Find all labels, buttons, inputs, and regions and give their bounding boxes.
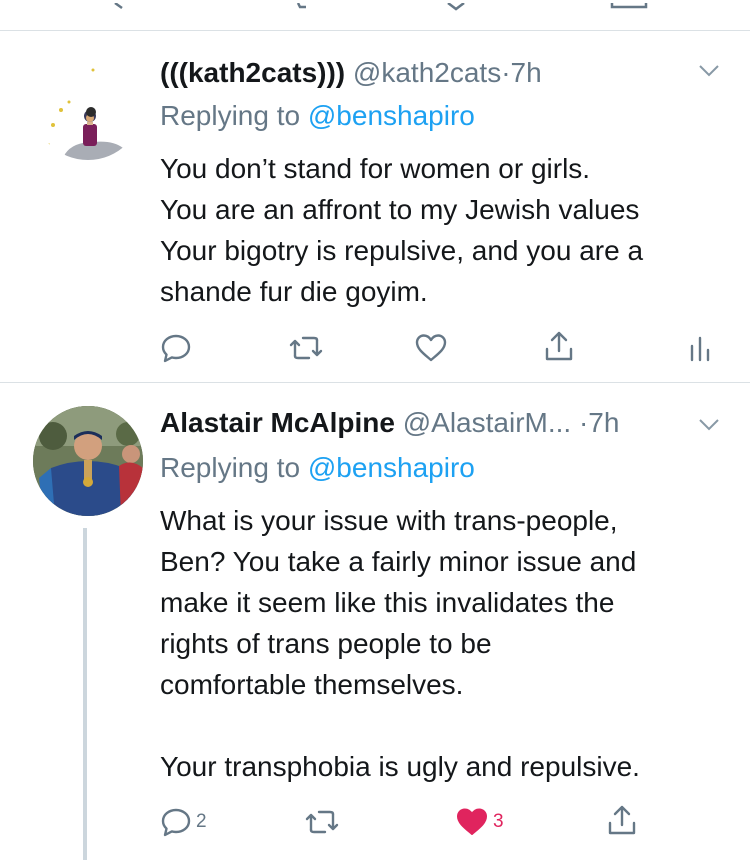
handle[interactable]: @kath2cats <box>353 57 501 88</box>
timestamp[interactable]: 7h <box>511 57 542 88</box>
analytics-button[interactable] <box>688 332 712 364</box>
reply-icon <box>161 808 191 837</box>
reply-button[interactable]: 2 <box>160 806 207 838</box>
prev-tweet-actions-partial <box>0 0 750 11</box>
thread-line <box>83 528 87 860</box>
partial-icons <box>114 1 648 11</box>
replying-to-link[interactable]: @benshapiro <box>308 452 475 483</box>
like-icon <box>415 334 447 362</box>
replying-to-link[interactable]: @benshapiro <box>308 100 475 131</box>
share-button[interactable] <box>605 804 639 836</box>
replying-to: Replying to @benshapiro <box>160 99 475 133</box>
avatar[interactable] <box>33 406 143 516</box>
tweet-header: (((kath2cats))) @kath2cats·7h <box>160 56 542 90</box>
avatar-photo <box>33 406 143 516</box>
handle[interactable]: @AlastairM... <box>403 407 571 438</box>
reply-button[interactable] <box>160 332 192 364</box>
reply-count: 2 <box>196 811 207 832</box>
like-count: 3 <box>493 811 504 832</box>
retweet-button[interactable] <box>287 332 325 364</box>
tweet-text: You don’t stand for women or girls. You … <box>160 153 644 307</box>
timestamp[interactable]: 7h <box>588 407 619 438</box>
share-button[interactable] <box>542 330 576 362</box>
separator: · <box>501 57 511 88</box>
share-icon <box>608 805 636 835</box>
tweet-text: What is your issue with trans-people, Be… <box>160 505 640 782</box>
replying-prefix: Replying to <box>160 100 301 131</box>
analytics-icon <box>690 336 710 362</box>
display-name[interactable]: (((kath2cats))) <box>160 57 345 88</box>
retweet-icon <box>305 810 339 834</box>
avatar-illustration <box>33 50 143 160</box>
separator: · <box>578 407 589 438</box>
share-icon <box>545 331 573 361</box>
replying-to: Replying to @benshapiro <box>160 451 475 485</box>
like-button[interactable]: 3 <box>455 806 504 838</box>
divider <box>0 382 750 383</box>
replying-prefix: Replying to <box>160 452 301 483</box>
chevron-down-icon[interactable] <box>698 64 720 78</box>
divider <box>0 30 750 31</box>
retweet-icon <box>289 336 323 360</box>
like-icon <box>457 808 487 835</box>
like-button[interactable] <box>414 332 448 364</box>
avatar[interactable] <box>33 50 143 160</box>
chevron-down-icon[interactable] <box>698 418 720 432</box>
display-name[interactable]: Alastair McAlpine <box>160 407 395 438</box>
tweet-header: Alastair McAlpine @AlastairM... ·7h <box>160 406 619 440</box>
reply-icon <box>161 334 191 363</box>
retweet-button[interactable] <box>303 806 341 838</box>
